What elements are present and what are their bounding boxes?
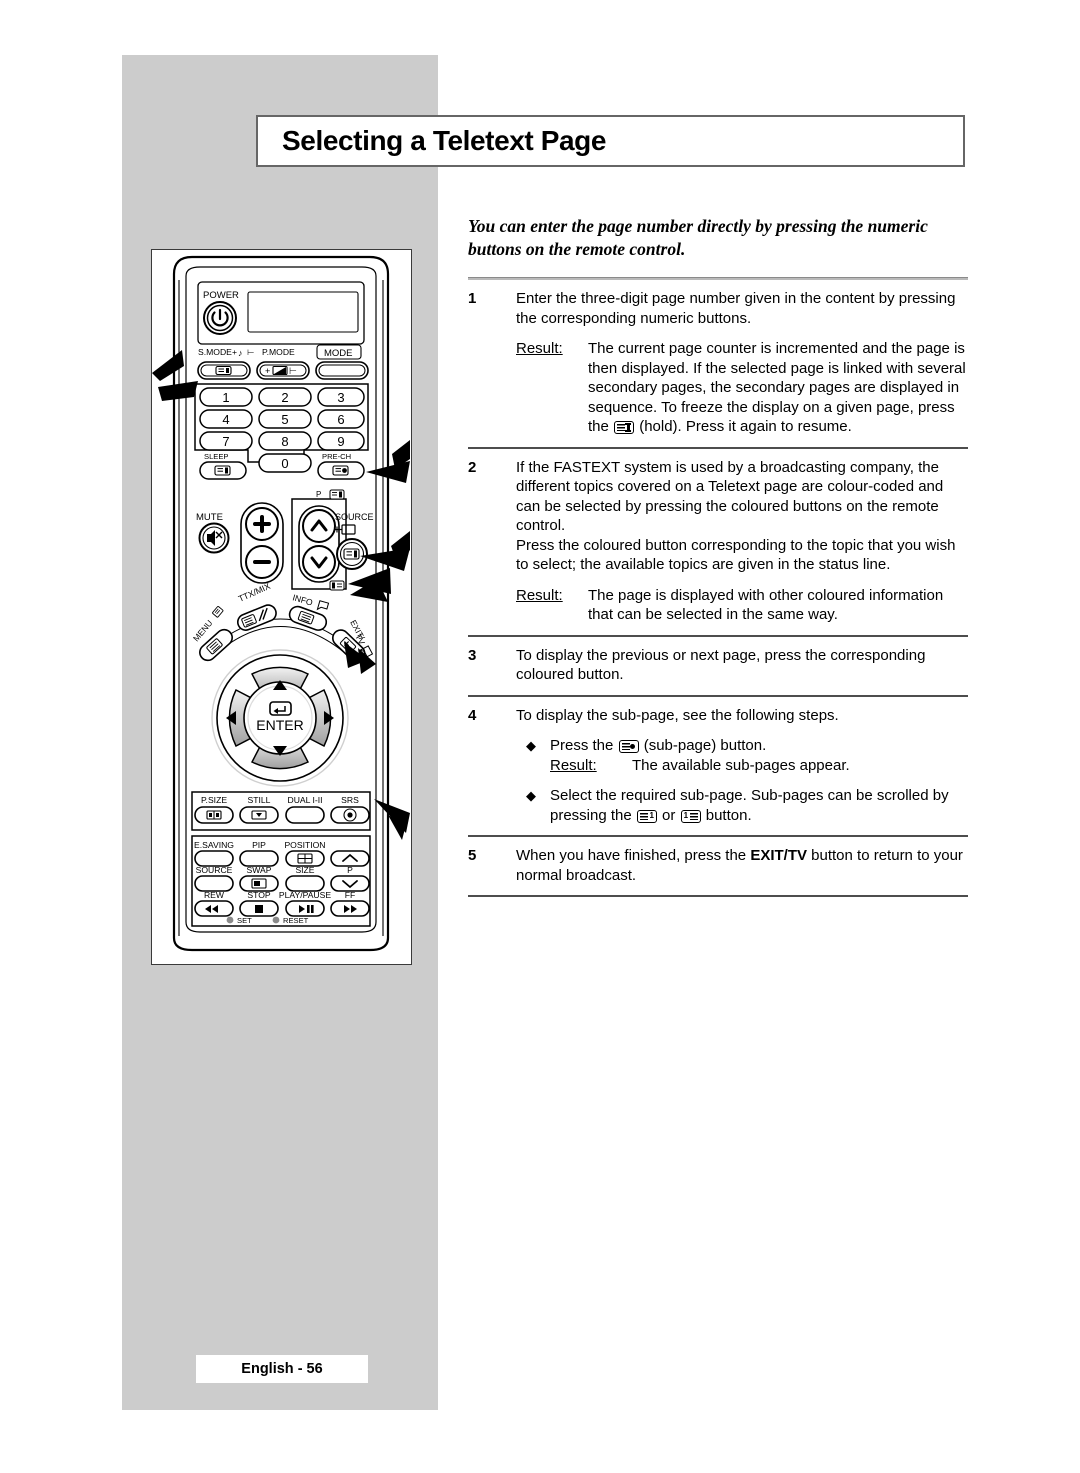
step-4: 4 To display the sub-page, see the follo… (468, 697, 968, 836)
bullet-glyph: ◆ (526, 788, 536, 803)
step-4-bullet-1-pre: Press the (550, 737, 618, 754)
svg-text:P.SIZE: P.SIZE (201, 795, 227, 805)
svg-text:⊢: ⊢ (247, 347, 255, 357)
svg-text:E.SAVING: E.SAVING (194, 840, 234, 850)
svg-text:DUAL I-II: DUAL I-II (287, 795, 322, 805)
step-3-text: To display the previous or next page, pr… (516, 646, 926, 684)
svg-text:⊢: ⊢ (289, 366, 297, 376)
step-2-body: If the FASTEXT system is used by a broad… (516, 458, 968, 625)
step-1-result-text: The current page counter is incremented … (588, 339, 968, 437)
remote-power-label: POWER (203, 290, 239, 301)
svg-text:2: 2 (281, 390, 288, 405)
step-4-text: To display the sub-page, see the followi… (516, 706, 839, 724)
svg-text:0: 0 (281, 456, 288, 471)
remote-p-down-icon (329, 580, 345, 591)
remote-set-label: SET (237, 916, 252, 925)
result-label: Result: (550, 756, 597, 774)
page-title: Selecting a Teletext Page (282, 125, 607, 156)
svg-text:1: 1 (222, 390, 229, 405)
instruction-content: You can enter the page number directly b… (468, 215, 968, 897)
svg-text:+: + (265, 366, 270, 376)
result-label: Result: (516, 340, 563, 357)
svg-text:6: 6 (337, 412, 344, 427)
remote-control-illustration: POWER S.MODE + ♪ ⊢ P.MODE MODE + ⊢ 1 2 3… (151, 249, 412, 965)
step-1: 1 Enter the three-digit page number give… (468, 280, 968, 447)
step-4-bullet-1-line: Press the (sub-page) button. (550, 736, 968, 756)
divider (468, 895, 968, 897)
remote-p-label: P (316, 490, 321, 499)
step-5-text: When you have finished, press the EXIT/T… (516, 846, 968, 885)
step-4-bullet-1-result: Result: The available sub-pages appear. (550, 756, 968, 776)
remote-source-button (336, 538, 368, 570)
svg-text:PIP: PIP (252, 840, 266, 850)
step-4-bullet-2-post: button. (701, 806, 752, 824)
teletext-prev-subpage-icon: 1 (680, 809, 701, 823)
remote-navigation-ring: ENTER (211, 649, 349, 787)
remote-enter-label: ENTER (256, 717, 303, 733)
step-1-body: Enter the three-digit page number given … (516, 289, 968, 437)
remote-volume-rocker (240, 502, 284, 584)
svg-text:9: 9 (337, 434, 344, 449)
step-5-text-pre: When you have finished, press the (516, 847, 751, 864)
step-1-result: Result: The current page counter is incr… (516, 339, 968, 437)
step-4-bullet-1-result-text: The available sub-pages appear. (632, 756, 850, 774)
svg-text:STILL: STILL (248, 795, 271, 805)
step-4-bullet-2: ◆ Select the required sub-page. Sub-page… (516, 786, 968, 825)
svg-text:4: 4 (222, 412, 229, 427)
step-3-body: To display the previous or next page, pr… (516, 646, 968, 685)
remote-smode-label: S.MODE (198, 347, 232, 357)
step-5-body: When you have finished, press the EXIT/T… (516, 846, 968, 885)
svg-text:7: 7 (222, 434, 229, 449)
step-5-number: 5 (468, 847, 477, 864)
step-2-text: If the FASTEXT system is used by a broad… (516, 458, 944, 535)
svg-text:+: + (232, 347, 237, 357)
svg-text:3: 3 (337, 390, 344, 405)
remote-pmode-label: P.MODE (262, 347, 295, 357)
page-number-tag: English - 56 (196, 1355, 368, 1383)
step-5-exit-tv-label: EXIT/TV (750, 847, 807, 864)
remote-sleep-label: SLEEP (204, 452, 228, 461)
teletext-next-subpage-icon: 1 (636, 809, 657, 823)
teletext-subpage-icon (618, 740, 639, 753)
step-4-bullet-1: ◆ Press the (sub-page) button. Result: T… (516, 736, 968, 775)
remote-p-up-icon (329, 489, 345, 500)
step-3: 3 To display the previous or next page, … (468, 637, 968, 695)
teletext-hold-icon (614, 421, 635, 434)
intro-paragraph: You can enter the page number directly b… (468, 216, 928, 259)
step-5: 5 When you have finished, press the EXIT… (468, 837, 968, 895)
remote-prech-label: PRE-CH (322, 452, 351, 461)
remote-reset-label: RESET (283, 916, 309, 925)
step-4-bullet-2-mid: or (657, 806, 680, 824)
step-2-result-text: The page is displayed with other coloure… (588, 586, 944, 624)
step-4-body: To display the sub-page, see the followi… (516, 706, 968, 826)
step-4-bullet-2-body: Select the required sub-page. Sub-pages … (550, 786, 968, 825)
svg-text:5: 5 (281, 412, 288, 427)
step-4-bullet-1-body: Press the (sub-page) button. Result: The… (550, 736, 968, 775)
svg-text:♪: ♪ (238, 348, 243, 358)
page-title-bar: Selecting a Teletext Page (256, 115, 965, 167)
result-label: Result: (516, 586, 563, 604)
step-2-result: Result: The page is displayed with other… (516, 586, 968, 625)
step-4-bullet-1-post: (sub-page) button. (639, 737, 767, 754)
step-1-result-post: (hold). Press it again to resume. (635, 418, 852, 435)
step-3-number: 3 (468, 646, 477, 664)
bullet-glyph: ◆ (526, 738, 536, 753)
step-1-text: Enter the three-digit page number given … (516, 290, 956, 327)
svg-text:8: 8 (281, 434, 288, 449)
step-2-text2: Press the coloured button corresponding … (516, 536, 956, 574)
step-1-number: 1 (468, 290, 477, 307)
remote-mode-label: MODE (324, 348, 353, 359)
svg-text:SRS: SRS (341, 795, 359, 805)
step-2: 2 If the FASTEXT system is used by a bro… (468, 449, 968, 635)
svg-text:POSITION: POSITION (284, 840, 325, 850)
remote-source-label: SOURCE (335, 512, 374, 522)
remote-mute-label: MUTE (196, 512, 223, 523)
step-2-number: 2 (468, 458, 477, 476)
step-4-number: 4 (468, 706, 477, 724)
remote-mute-button (198, 522, 230, 554)
